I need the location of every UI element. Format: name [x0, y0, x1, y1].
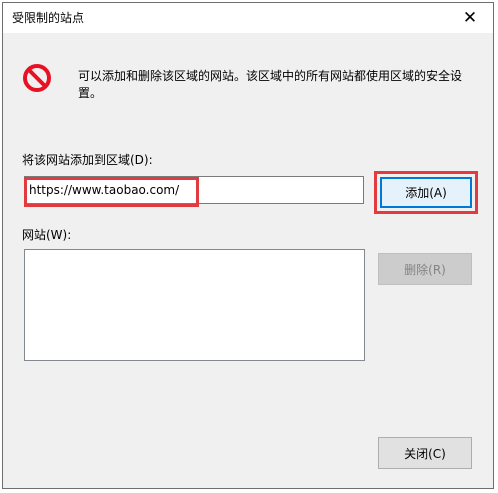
window-title: 受限制的站点 — [12, 11, 85, 25]
title-bar: 受限制的站点 ✕ — [3, 3, 493, 33]
delete-button: 删除(R) — [378, 253, 472, 285]
restricted-icon — [23, 64, 51, 92]
add-site-label: 将该网站添加到区域(D): — [22, 153, 153, 167]
add-button[interactable]: 添加(A) — [380, 177, 472, 208]
close-icon[interactable]: ✕ — [447, 3, 493, 33]
restricted-sites-dialog: 受限制的站点 ✕ 可以添加和删除该区域的网站。该区域中的所有网站都使用区域的安全… — [2, 2, 494, 489]
info-description: 可以添加和删除该区域的网站。该区域中的所有网站都使用区域的安全设置。 — [78, 69, 463, 100]
site-url-input[interactable] — [24, 176, 364, 204]
sites-listbox[interactable] — [24, 249, 365, 361]
close-button[interactable]: 关闭(C) — [378, 437, 472, 469]
sites-list-label: 网站(W): — [22, 228, 72, 242]
